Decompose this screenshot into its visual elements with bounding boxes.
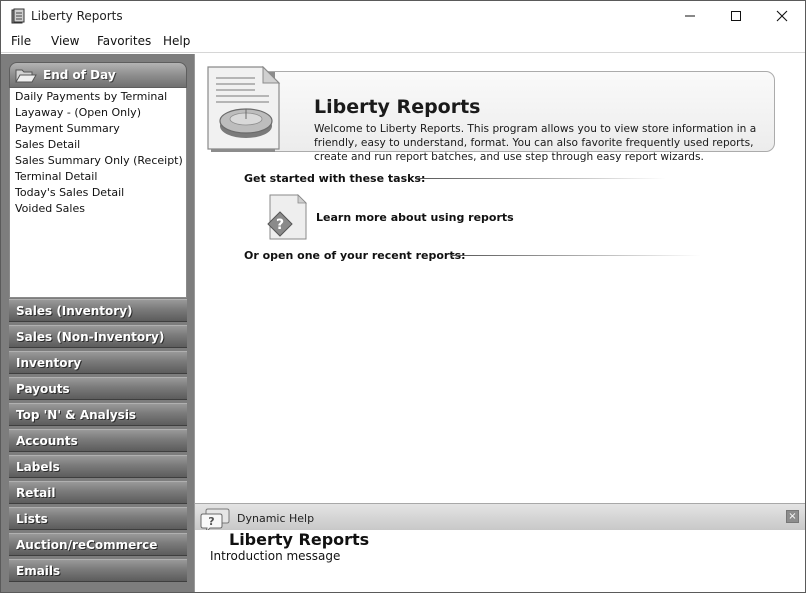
menu-favorites[interactable]: Favorites: [97, 34, 151, 48]
category-button[interactable]: Inventory: [9, 351, 187, 374]
report-link[interactable]: Terminal Detail: [15, 170, 97, 183]
report-link[interactable]: Sales Detail: [15, 138, 80, 151]
tasks-divider: [416, 178, 666, 179]
category-button[interactable]: Sales (Non-Inventory): [9, 325, 187, 348]
category-button[interactable]: Labels: [9, 455, 187, 478]
group-title: End of Day: [43, 68, 116, 82]
category-button[interactable]: Payouts: [9, 377, 187, 400]
main-content: Liberty Reports Welcome to Liberty Repor…: [194, 54, 805, 503]
help-title: Liberty Reports: [229, 530, 370, 549]
category-label: Inventory: [16, 356, 82, 370]
category-button[interactable]: Top 'N' & Analysis: [9, 403, 187, 426]
category-label: Payouts: [16, 382, 70, 396]
dynamic-help-body: Liberty Reports Introduction message: [194, 530, 805, 592]
menu-bar: File View Favorites Help: [1, 31, 805, 53]
menu-view[interactable]: View: [51, 34, 79, 48]
title-bar: Liberty Reports: [1, 1, 805, 31]
minimize-button[interactable]: [667, 1, 713, 31]
report-link[interactable]: Payment Summary: [15, 122, 120, 135]
category-button[interactable]: Accounts: [9, 429, 187, 452]
application-window: Liberty Reports File View Favorites Help…: [0, 0, 806, 593]
group-header-end-of-day[interactable]: End of Day: [9, 62, 187, 88]
report-link[interactable]: Sales Summary Only (Receipt): [15, 154, 183, 167]
svg-text:?: ?: [276, 217, 284, 233]
category-label: Labels: [16, 460, 60, 474]
tasks-heading: Get started with these tasks:: [244, 172, 426, 185]
report-link-list: Daily Payments by Terminal Layaway - (Op…: [9, 88, 187, 298]
help-message: Introduction message: [210, 549, 341, 563]
category-button[interactable]: Lists: [9, 507, 187, 530]
category-button[interactable]: Auction/reCommerce: [9, 533, 187, 556]
category-button[interactable]: Sales (Inventory): [9, 299, 187, 322]
category-label: Retail: [16, 486, 56, 500]
recent-divider: [451, 255, 701, 256]
category-button[interactable]: Retail: [9, 481, 187, 504]
close-icon: [776, 10, 788, 22]
maximize-button[interactable]: [713, 1, 759, 31]
report-link[interactable]: Today's Sales Detail: [15, 186, 124, 199]
report-book-icon: [11, 8, 25, 24]
category-label: Top 'N' & Analysis: [16, 408, 137, 422]
category-label: Sales (Inventory): [16, 304, 133, 318]
report-link[interactable]: Layaway - (Open Only): [15, 106, 141, 119]
menu-file[interactable]: File: [11, 34, 31, 48]
sidebar: End of Day Daily Payments by Terminal La…: [1, 54, 194, 592]
svg-text:?: ?: [208, 515, 214, 528]
help-document-icon[interactable]: ?: [266, 192, 308, 242]
dynamic-help-header: ? Dynamic Help ×: [194, 503, 805, 533]
report-link[interactable]: Daily Payments by Terminal: [15, 90, 167, 103]
report-document-icon: [207, 66, 281, 152]
minimize-icon: [685, 15, 695, 17]
welcome-title: Liberty Reports: [314, 96, 481, 118]
welcome-panel: Liberty Reports Welcome to Liberty Repor…: [209, 71, 775, 163]
welcome-description: Welcome to Liberty Reports. This program…: [314, 123, 757, 163]
category-button[interactable]: Emails: [9, 559, 187, 582]
category-label: Sales (Non-Inventory): [16, 330, 165, 344]
category-label: Auction/reCommerce: [16, 538, 158, 552]
category-label: Accounts: [16, 434, 78, 448]
help-close-icon[interactable]: ×: [786, 510, 799, 523]
close-button[interactable]: [759, 1, 805, 31]
recent-reports-heading: Or open one of your recent reports:: [244, 249, 466, 262]
dynamic-help-label: Dynamic Help: [237, 512, 315, 525]
maximize-icon: [731, 11, 741, 21]
report-link[interactable]: Voided Sales: [15, 202, 85, 215]
menu-help[interactable]: Help: [163, 34, 190, 48]
learn-more-link[interactable]: Learn more about using reports: [316, 211, 514, 224]
window-title: Liberty Reports: [31, 9, 123, 23]
category-label: Emails: [16, 564, 61, 578]
category-label: Lists: [16, 512, 48, 526]
open-folder-icon: [15, 69, 37, 83]
